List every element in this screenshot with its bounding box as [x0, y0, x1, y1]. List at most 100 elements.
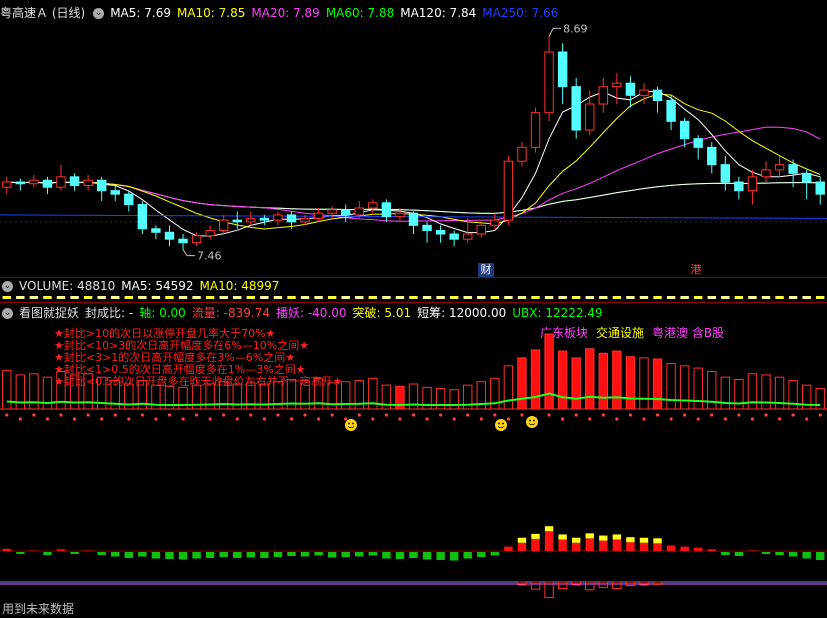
candle — [774, 164, 785, 171]
smiley-icon — [345, 419, 357, 431]
candle — [666, 100, 676, 122]
candle — [463, 233, 473, 240]
oscillator-down-bar — [775, 552, 784, 555]
oscillator-up-bar — [653, 543, 662, 551]
oscillator-down-bar — [124, 552, 133, 558]
settings-icon[interactable]: ⌄ — [93, 8, 105, 19]
oscillator-down-bar — [151, 552, 161, 559]
candle — [503, 160, 514, 221]
indicator-bar — [42, 376, 53, 410]
indicator-dot — [59, 413, 63, 417]
indicator-dot — [45, 417, 50, 421]
volume-bar — [409, 296, 418, 299]
candle — [557, 51, 568, 88]
oscillator-down-bar — [111, 552, 120, 557]
candle — [96, 179, 107, 192]
oscillator-peak-bar — [639, 537, 649, 543]
stock-title[interactable]: 粤高速Ａ (日线) — [0, 6, 85, 20]
concept-transport: 交通设施 — [596, 326, 645, 340]
volume-bar — [585, 296, 594, 299]
candle — [734, 181, 744, 192]
volume-menu-icon[interactable]: ⌄ — [2, 281, 13, 292]
candle — [490, 219, 500, 226]
volume-bar — [165, 296, 174, 299]
candle — [259, 217, 270, 221]
oscillator-down-bar — [368, 552, 378, 556]
oscillator-down-bar — [16, 552, 25, 554]
indicator-bar — [761, 374, 771, 410]
oscillator-down-bar — [436, 552, 445, 560]
indicator-dot — [194, 413, 199, 417]
volume-bar — [29, 296, 39, 299]
volume-bar — [70, 296, 79, 299]
indicator-bar — [707, 371, 717, 410]
volume-bar — [151, 296, 161, 299]
volume-bar — [626, 296, 635, 299]
oscillator-down-bar — [721, 552, 730, 555]
volume-bar — [734, 296, 744, 299]
oscillator-down-bar — [178, 552, 188, 560]
indicator-menu-icon[interactable]: ⌄ — [2, 308, 13, 319]
indicator-dot — [330, 413, 334, 417]
indicator-dot — [750, 417, 755, 421]
divider-1 — [0, 277, 827, 278]
candle — [530, 112, 541, 148]
indicator-bar — [774, 376, 785, 410]
oscillator-down-bar — [734, 552, 744, 556]
oscillator-peak-bar — [571, 537, 581, 543]
indicator-dot — [805, 417, 809, 421]
candle — [585, 103, 595, 131]
indicator-dot — [439, 413, 443, 417]
signal-bar — [598, 581, 609, 588]
volume-bar — [300, 296, 310, 299]
oscillator-down-bar — [138, 552, 147, 557]
volume-bar — [273, 296, 283, 299]
candlestick-chart[interactable]: 8.69 7.46 — [0, 20, 827, 276]
indicator-dot — [710, 413, 714, 417]
oscillator-down-bar — [327, 552, 337, 558]
oscillator-down-bar — [233, 552, 242, 558]
candle — [354, 207, 364, 216]
volume-bar — [477, 296, 486, 299]
volume-bar — [517, 296, 527, 299]
volume-bar — [192, 296, 201, 299]
indicator-bar — [557, 350, 568, 410]
volume-bar — [694, 296, 703, 299]
oscillator-up-bar — [666, 545, 676, 551]
indicator-bar — [598, 352, 609, 410]
volume-bar — [233, 296, 242, 299]
indicator-dot — [289, 417, 294, 421]
indicator-bar — [449, 389, 459, 410]
oscillator-down-bar — [477, 552, 486, 557]
footer-note: 用到未来数据 — [2, 602, 75, 616]
oscillator-down-bar — [70, 552, 79, 554]
oscillator-down-bar — [422, 552, 432, 560]
indicator-dot — [127, 417, 131, 421]
indicator-dot — [113, 413, 117, 417]
oscillator-up-bar — [504, 546, 513, 551]
oscillator-up-bar — [2, 548, 11, 551]
indicator-dot — [574, 413, 578, 417]
oscillator-down-bar — [314, 552, 323, 556]
indicator-name[interactable]: 看图就捉妖 — [19, 306, 79, 320]
volume-bar — [287, 296, 296, 299]
oscillator-down-bar — [219, 552, 228, 557]
candle — [639, 89, 649, 96]
oscillator-up-bar — [83, 550, 93, 551]
candle — [395, 212, 405, 218]
indicator-dot — [371, 417, 375, 421]
smiley-icon — [495, 419, 507, 431]
indicator-dot — [208, 417, 212, 421]
ma10-label: MA10: 7.85 — [176, 6, 246, 20]
indicator-dot — [764, 413, 768, 417]
volume-bar — [341, 296, 350, 299]
divider-2 — [0, 302, 827, 303]
oscillator-down-bar — [165, 552, 174, 559]
indicator-dot — [140, 413, 144, 417]
indicator-dot — [493, 413, 497, 417]
volume-ma5: MA5: 54592 — [121, 279, 194, 293]
low-pointer — [182, 249, 196, 257]
high-label: 8.69 — [563, 22, 588, 35]
indicator-bar — [585, 348, 595, 410]
candle — [761, 169, 771, 178]
